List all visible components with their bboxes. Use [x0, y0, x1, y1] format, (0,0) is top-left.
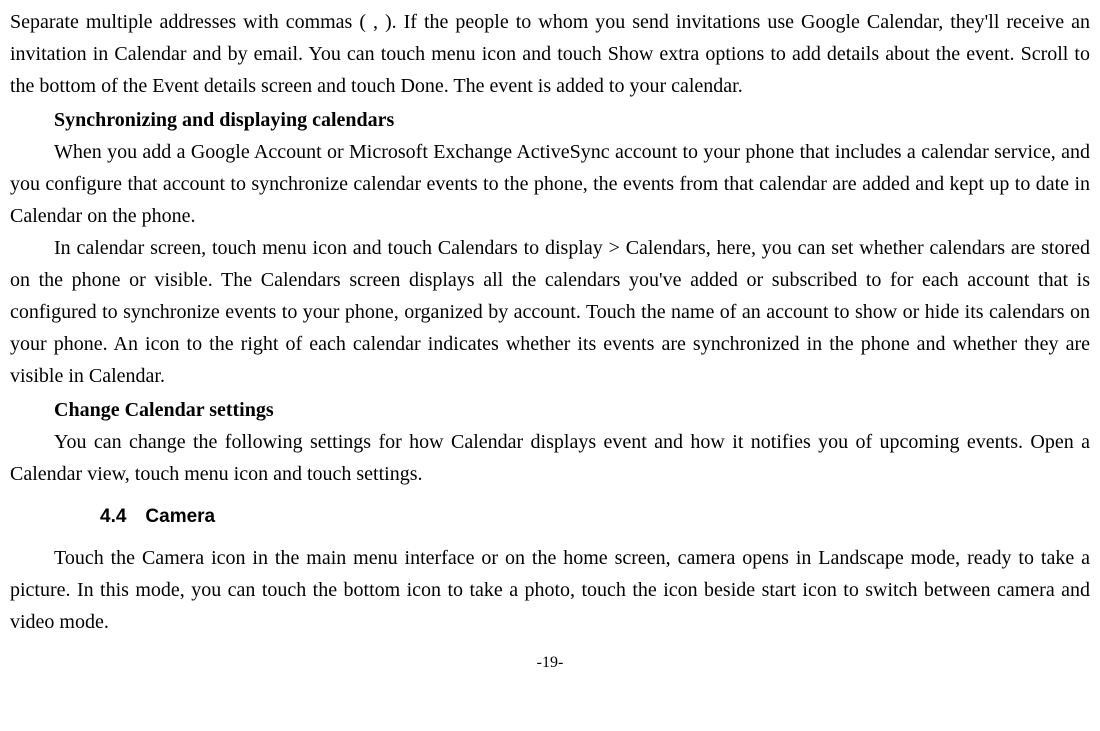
sync-paragraph-1: When you add a Google Account or Microso… — [10, 136, 1090, 232]
change-settings-paragraph: You can change the following settings fo… — [10, 426, 1090, 490]
sync-paragraph-2: In calendar screen, touch menu icon and … — [10, 232, 1090, 392]
intro-paragraph: Separate multiple addresses with commas … — [10, 6, 1090, 102]
sync-heading: Synchronizing and displaying calendars — [54, 104, 1090, 136]
page-number: -19- — [10, 650, 1090, 676]
camera-paragraph: Touch the Camera icon in the main menu i… — [10, 542, 1090, 638]
section-heading-camera: 4.4 Camera — [100, 502, 1090, 532]
change-settings-heading: Change Calendar settings — [54, 394, 1090, 426]
